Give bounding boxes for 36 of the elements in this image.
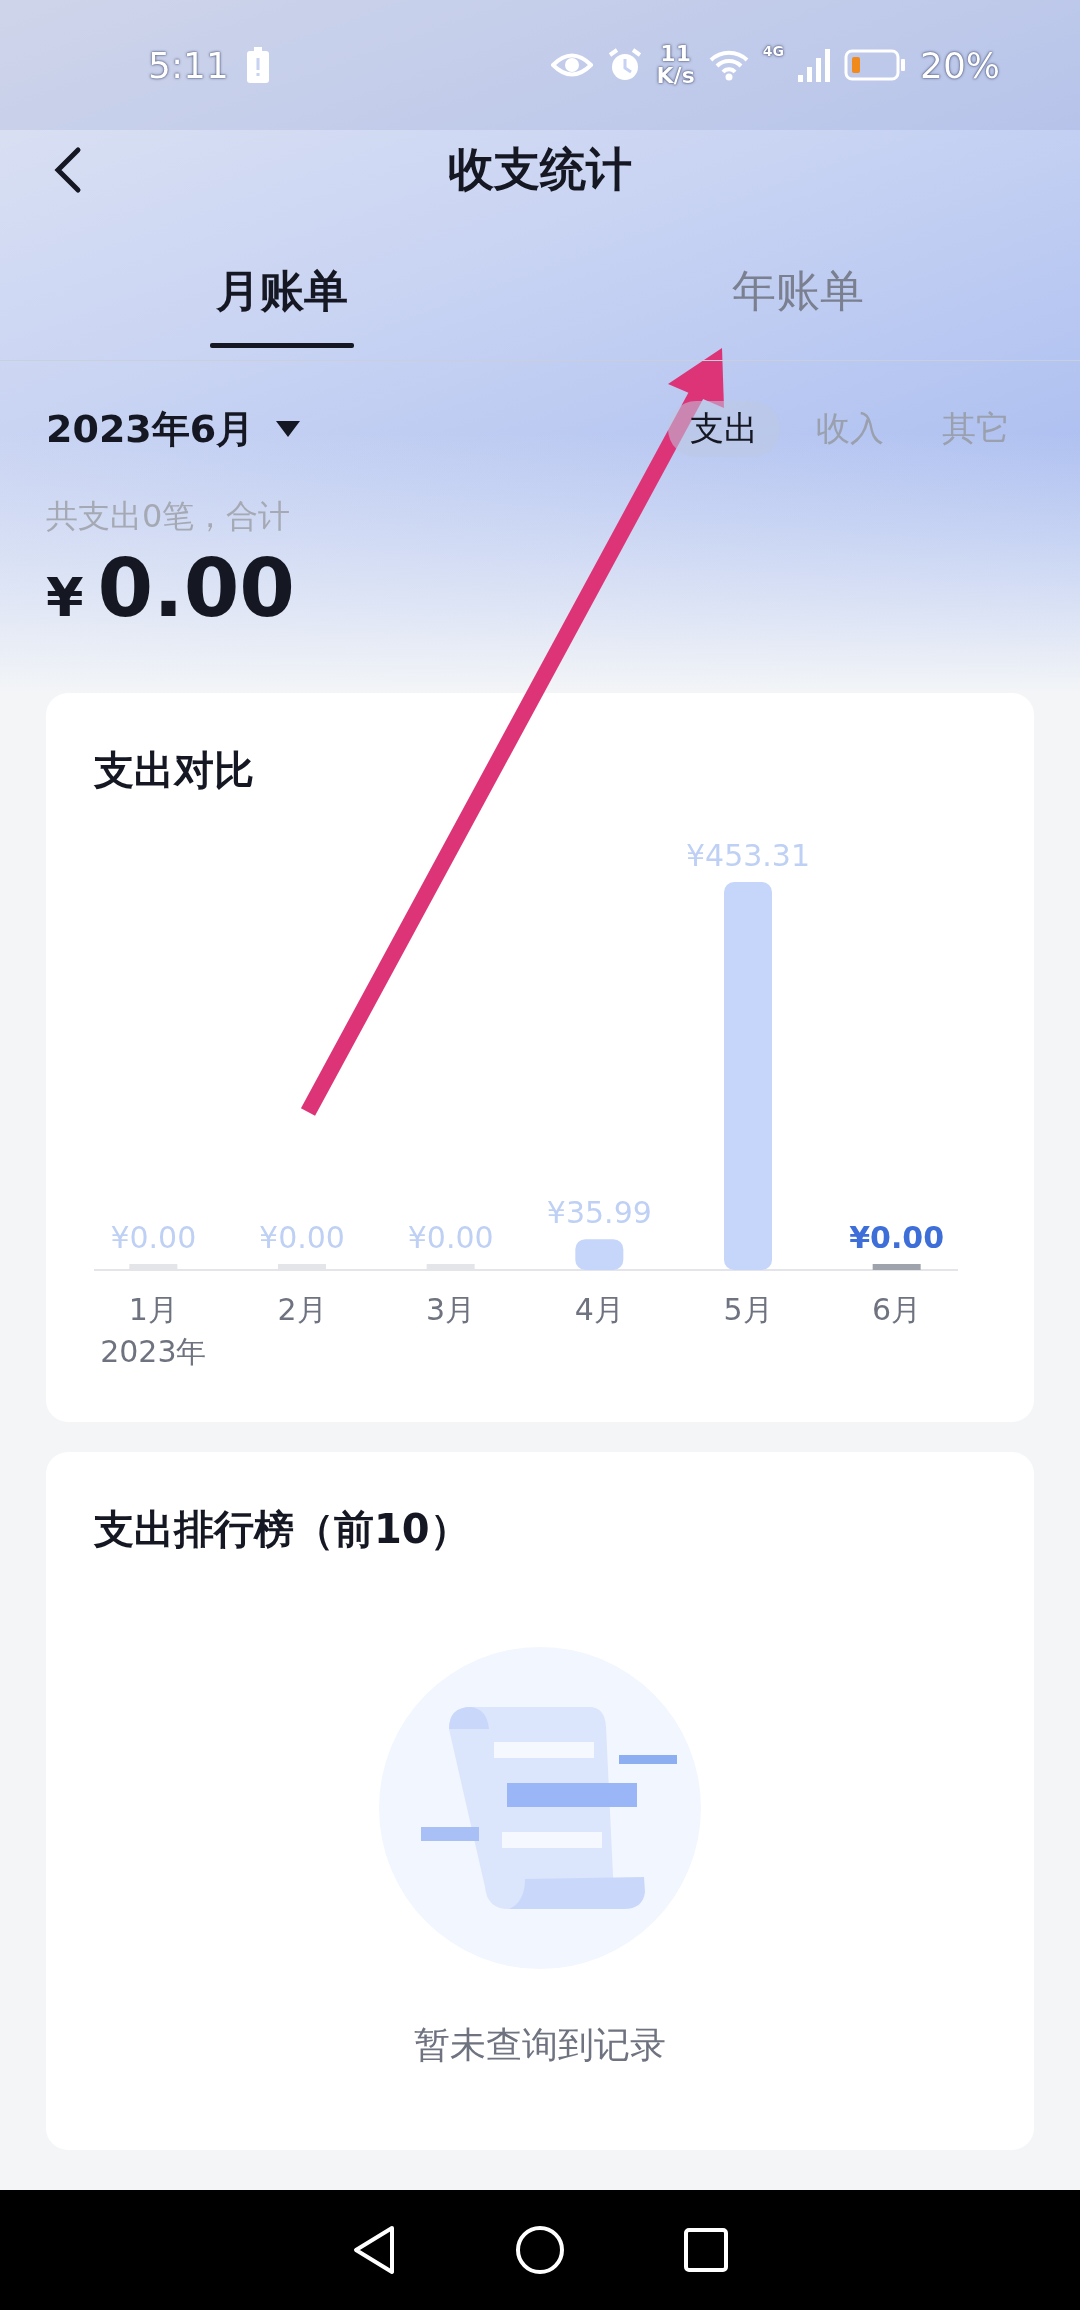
card-title: 支出排行榜（前10） — [94, 1505, 471, 1554]
network-type: 4G — [762, 43, 784, 59]
month-label: 6月 — [872, 1292, 922, 1327]
value-label: ¥0.00 — [259, 1220, 345, 1255]
card-title: 支出对比 — [94, 746, 255, 795]
summary-caption: 共支出0笔，合计 — [45, 496, 292, 537]
eye-icon — [550, 52, 593, 78]
wifi-icon — [708, 49, 749, 81]
status-time: 5:11 — [148, 44, 229, 86]
battery-icon — [844, 49, 906, 81]
value-label: ¥0.00 — [849, 1220, 945, 1255]
year-label: 2023年 — [100, 1334, 207, 1369]
month-picker[interactable]: 2023年6月 — [46, 403, 301, 455]
value-label: ¥0.00 — [407, 1220, 494, 1255]
signal-icon — [798, 48, 830, 82]
alarm-icon — [606, 47, 643, 83]
value-label: ¥453.31 — [685, 838, 811, 873]
month-label: 3月 — [426, 1292, 476, 1327]
value-label: ¥35.99 — [546, 1195, 652, 1231]
month-label: 5月 — [723, 1292, 773, 1327]
page-title: 收支统计 — [448, 141, 632, 198]
tab[interactable]: 月账单 — [24, 240, 540, 360]
month-label: 1月 — [128, 1292, 178, 1327]
speed-value: 11 — [660, 43, 691, 65]
value-label: ¥0.00 — [110, 1220, 197, 1255]
currency-symbol: ¥ — [46, 566, 84, 629]
chart-bar — [575, 1239, 624, 1270]
speed-unit: K/s — [656, 65, 695, 87]
battery-alert-icon — [246, 47, 269, 83]
month-label: 4月 — [574, 1292, 624, 1327]
month-label: 2月 — [277, 1292, 327, 1327]
type-filter[interactable]: 支出 — [668, 401, 780, 457]
total-amount: 0.00 — [97, 545, 295, 633]
empty-message: 暂未查询到记录 — [414, 2023, 666, 2067]
caret-icon — [276, 421, 301, 437]
battery-percent: 20% — [920, 44, 1000, 86]
